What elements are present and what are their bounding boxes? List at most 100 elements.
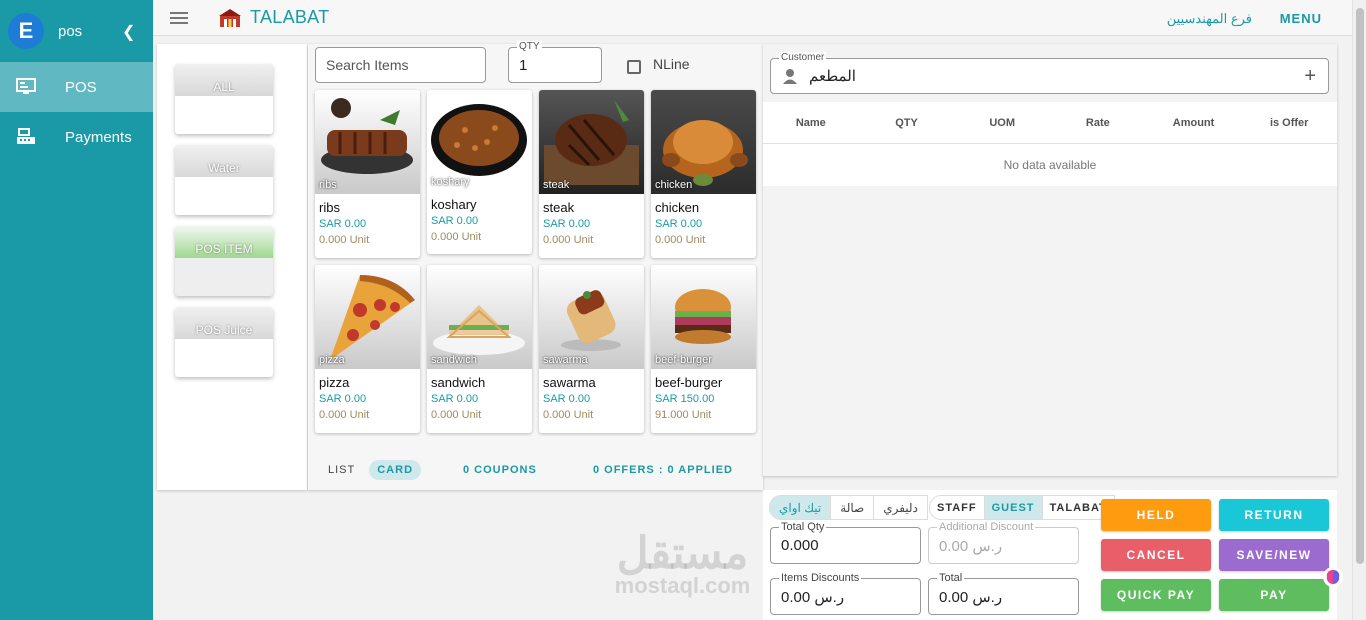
item-name: sandwich — [431, 375, 486, 390]
brand-title: TALABAT — [250, 7, 330, 27]
held-button[interactable]: HELD — [1101, 499, 1211, 531]
item-price: SAR 0.00 — [319, 393, 367, 405]
category-water[interactable]: Water — [175, 145, 273, 215]
item-unit: 0.000 Unit — [319, 234, 370, 246]
item-card-sandwich[interactable]: sandwich sandwich SAR 0.00 0.000 Unit — [427, 265, 532, 433]
item-price: SAR 0.00 — [431, 393, 479, 405]
food-image: ribs — [315, 90, 420, 194]
qty-label: QTY — [517, 41, 542, 52]
items-bottom-bar: LIST CARD 0 COUPONS 0 OFFERS : 0 APPLIED — [308, 450, 763, 490]
save-new-button[interactable]: SAVE/NEW — [1219, 539, 1329, 571]
item-name: chicken — [655, 200, 700, 215]
scrollbar-thumb[interactable] — [1356, 8, 1364, 564]
column-header[interactable]: Name — [763, 117, 859, 129]
item-caption: pizza — [319, 354, 345, 366]
food-image: chicken — [651, 90, 756, 194]
category-label: POS ITEM — [175, 226, 273, 258]
register-icon — [16, 127, 36, 147]
offers-button[interactable]: 0 OFFERS : 0 APPLIED — [593, 464, 733, 476]
menu-button[interactable]: MENU — [1280, 11, 1322, 26]
item-name: steak — [543, 200, 575, 215]
order-type-dinein[interactable]: صالة — [831, 495, 875, 520]
item-unit: 0.000 Unit — [431, 231, 482, 243]
pay-button[interactable]: PAY — [1219, 579, 1329, 611]
food-image: beef-burger — [651, 265, 756, 369]
app-logo: E — [8, 13, 44, 49]
item-price: SAR 0.00 — [543, 218, 591, 230]
monitor-icon — [16, 77, 36, 97]
item-card-pizza[interactable]: pizza pizza SAR 0.00 0.000 Unit — [315, 265, 420, 433]
branch-name[interactable]: فرع المهندسيين — [1167, 11, 1252, 27]
watermark-arabic: مستقل — [616, 529, 749, 578]
item-caption: sandwich — [431, 354, 477, 366]
item-card-ribs[interactable]: ribs ribs SAR 0.00 0.000 Unit — [315, 90, 420, 258]
column-header[interactable]: QTY — [859, 117, 955, 129]
category-pos-item[interactable]: POS ITEM — [175, 226, 273, 296]
column-header[interactable]: Amount — [1146, 117, 1242, 129]
items-discounts-field[interactable]: Items Discounts ر.س 0.00 — [770, 572, 921, 615]
item-unit: 0.000 Unit — [431, 409, 482, 421]
watermark-english: mostaql.com — [614, 573, 751, 598]
checkbox-icon[interactable] — [627, 60, 641, 74]
column-header[interactable]: UOM — [954, 117, 1050, 129]
vertical-scrollbar[interactable] — [1352, 0, 1366, 620]
items-discounts-label: Items Discounts — [779, 572, 862, 584]
cancel-button[interactable]: CANCEL — [1101, 539, 1211, 571]
card-view-toggle[interactable]: CARD — [369, 460, 422, 480]
qty-value: 1 — [519, 56, 528, 74]
column-header[interactable]: Rate — [1050, 117, 1146, 129]
chevron-left-icon[interactable]: ❮ — [122, 22, 135, 42]
cart-table: Name QTY UOM Rate Amount is Offer No dat… — [763, 102, 1337, 186]
add-customer-icon[interactable]: + — [1304, 65, 1316, 88]
sidebar-item-payments[interactable]: Payments — [0, 112, 153, 162]
total-field[interactable]: Total ر.س 0.00 — [928, 572, 1079, 615]
order-type-toggle: تيك اواي صالة دليفري — [769, 495, 928, 520]
restaurant-logo-icon — [219, 8, 241, 27]
top-bar: TALABAT فرع المهندسيين MENU — [153, 0, 1352, 36]
item-name: koshary — [431, 197, 477, 212]
item-card-beef-burger[interactable]: beef-burger beef-burger SAR 150.00 91.00… — [651, 265, 756, 433]
sidebar: E pos ❮ POS Payments — [0, 0, 153, 620]
customer-select[interactable]: Customer المطعم + — [770, 52, 1329, 94]
category-label: ALL — [175, 64, 273, 96]
additional-discount-field: Additional Discount ر.س 0.00 — [928, 521, 1079, 564]
food-image: steak — [539, 90, 644, 194]
total-label: Total — [937, 572, 965, 584]
sidebar-item-label: POS — [65, 78, 97, 96]
guest-type-staff[interactable]: STAFF — [929, 495, 985, 520]
column-header[interactable]: is Offer — [1241, 117, 1337, 129]
return-button[interactable]: RETURN — [1219, 499, 1329, 531]
food-image: sandwich — [427, 265, 532, 369]
guest-type-toggle: STAFF GUEST TALABAT — [929, 495, 1115, 520]
item-card-steak[interactable]: steak steak SAR 0.00 0.000 Unit — [539, 90, 644, 258]
item-unit: 0.000 Unit — [543, 409, 594, 421]
item-card-koshary[interactable]: koshary koshary SAR 0.00 0.000 Unit — [427, 90, 532, 254]
hamburger-menu-icon[interactable] — [170, 9, 188, 27]
nline-checkbox[interactable]: NLine — [627, 54, 690, 74]
order-type-delivery[interactable]: دليفري — [874, 495, 928, 520]
total-value: ر.س 0.00 — [939, 588, 1003, 606]
item-card-chicken[interactable]: chicken chicken SAR 0.00 0.000 Unit — [651, 90, 756, 258]
qty-input[interactable]: QTY 1 — [508, 41, 602, 83]
guest-type-guest[interactable]: GUEST — [984, 495, 1043, 520]
total-qty-field[interactable]: Total Qty 0.000 — [770, 521, 921, 564]
sidebar-item-pos[interactable]: POS — [0, 62, 153, 112]
list-view-toggle[interactable]: LIST — [320, 460, 363, 480]
item-price: SAR 0.00 — [543, 393, 591, 405]
item-caption: sawarma — [543, 354, 588, 366]
brain-icon[interactable] — [1322, 566, 1344, 588]
category-pos-juice[interactable]: POS Juice — [175, 307, 273, 377]
item-unit: 91.000 Unit — [655, 409, 712, 421]
item-unit: 0.000 Unit — [655, 234, 706, 246]
item-card-sawarma[interactable]: sawarma sawarma SAR 0.00 0.000 Unit — [539, 265, 644, 433]
food-image: pizza — [315, 265, 420, 369]
cart-table-header: Name QTY UOM Rate Amount is Offer — [763, 102, 1337, 144]
order-type-takeaway[interactable]: تيك اواي — [769, 495, 832, 520]
item-unit: 0.000 Unit — [319, 409, 370, 421]
item-caption: ribs — [319, 179, 337, 191]
category-all[interactable]: ALL — [175, 64, 273, 134]
category-panel: ALL Water POS ITEM POS Juice — [157, 44, 307, 490]
coupons-button[interactable]: 0 COUPONS — [463, 464, 537, 476]
quick-pay-button[interactable]: QUICK PAY — [1101, 579, 1211, 611]
search-input[interactable]: Search Items — [315, 47, 486, 83]
